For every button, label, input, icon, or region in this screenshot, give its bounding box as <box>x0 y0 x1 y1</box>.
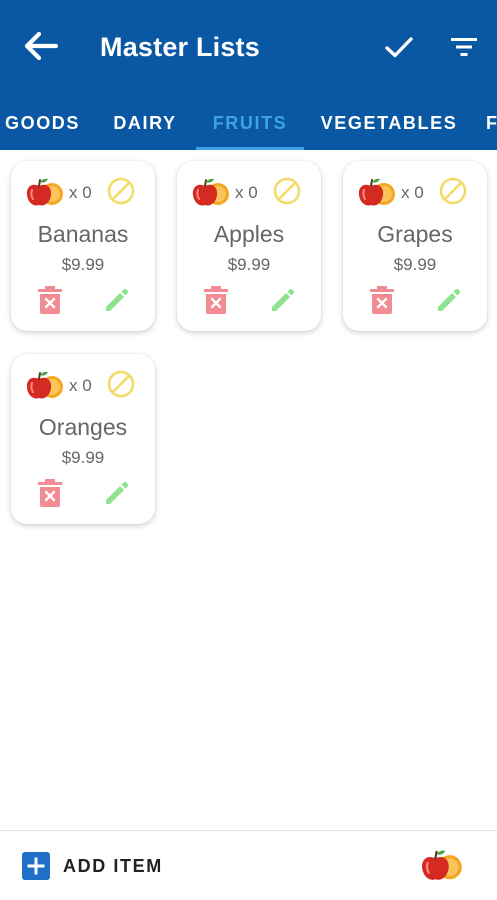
apple-orange-icon <box>191 177 231 207</box>
apple-orange-icon <box>357 177 397 207</box>
pencil-icon[interactable] <box>269 288 295 314</box>
tab-dairy[interactable]: DAIRY <box>100 96 190 150</box>
item-price: $9.99 <box>61 255 105 274</box>
confirm-button[interactable] <box>380 28 418 66</box>
trash-icon[interactable] <box>37 285 63 315</box>
tab-fruits[interactable]: FRUITS <box>196 96 304 150</box>
item-card[interactable]: x 0 Apples $9.99 <box>177 161 321 331</box>
item-name: Bananas <box>37 221 129 247</box>
filter-button[interactable] <box>445 28 483 66</box>
pencil-icon[interactable] <box>435 288 461 314</box>
page-title: Master Lists <box>100 32 260 62</box>
back-button[interactable] <box>20 26 60 66</box>
item-quantity: x 0 <box>69 183 92 202</box>
trash-icon[interactable] <box>369 285 395 315</box>
category-tabs: GOODS DAIRY FRUITS VEGETABLES F <box>0 96 497 150</box>
block-icon[interactable] <box>438 176 468 206</box>
trash-icon[interactable] <box>203 285 229 315</box>
pencil-icon[interactable] <box>103 288 129 314</box>
app-header: Master Lists GOODS DAIRY FRUITS VEGETABL… <box>0 0 497 150</box>
item-quantity: x 0 <box>401 183 424 202</box>
item-quantity: x 0 <box>69 376 92 395</box>
item-price: $9.99 <box>61 448 105 467</box>
active-tab-indicator <box>196 147 304 150</box>
item-name: Apples <box>213 221 285 247</box>
item-card[interactable]: x 0 Bananas $9.99 <box>11 161 155 331</box>
tab-vegetables[interactable]: VEGETABLES <box>314 96 464 150</box>
arrow-left-icon <box>24 31 58 61</box>
bottom-action-bar: ADD ITEM <box>0 830 497 900</box>
item-price: $9.99 <box>393 255 437 274</box>
add-item-button[interactable]: ADD ITEM <box>22 851 163 881</box>
toolbar: Master Lists <box>0 0 497 92</box>
item-price: $9.99 <box>227 255 271 274</box>
check-icon <box>385 37 413 58</box>
filter-list-icon <box>451 38 477 56</box>
item-card[interactable]: x 0 Grapes $9.99 <box>343 161 487 331</box>
plus-box-icon <box>22 852 50 880</box>
block-icon[interactable] <box>106 369 136 399</box>
block-icon[interactable] <box>272 176 302 206</box>
apple-orange-icon[interactable] <box>420 847 464 883</box>
apple-orange-icon <box>25 177 65 207</box>
item-quantity: x 0 <box>235 183 258 202</box>
tab-partial[interactable]: F <box>486 96 497 150</box>
trash-icon[interactable] <box>37 478 63 508</box>
item-card[interactable]: x 0 Oranges $9.99 <box>11 354 155 524</box>
add-item-label: ADD ITEM <box>63 855 163 876</box>
item-name: Grapes <box>377 221 453 247</box>
item-name: Oranges <box>38 414 128 440</box>
pencil-icon[interactable] <box>103 481 129 507</box>
tab-goods[interactable]: GOODS <box>0 96 86 150</box>
block-icon[interactable] <box>106 176 136 206</box>
apple-orange-icon <box>25 370 65 400</box>
